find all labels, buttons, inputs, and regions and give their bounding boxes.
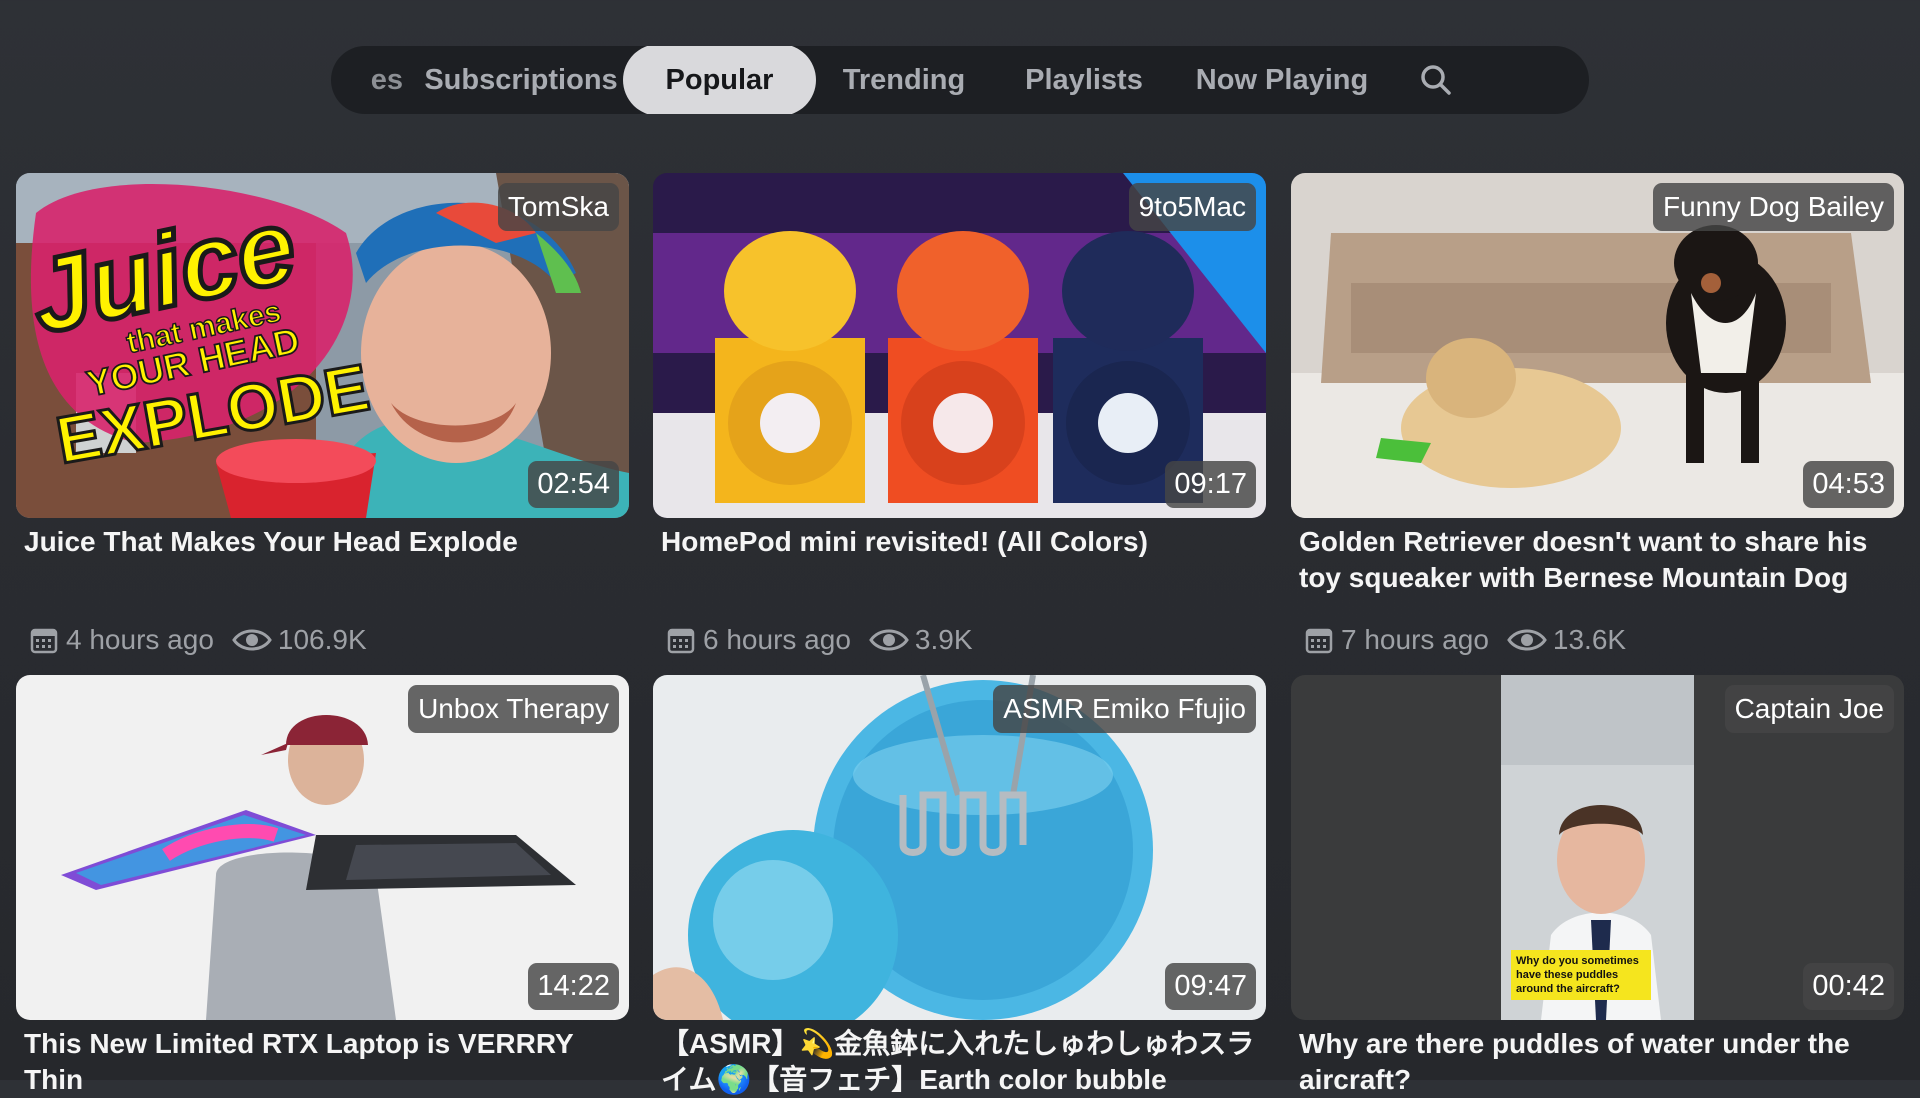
calendar-icon	[30, 628, 58, 654]
tab-playlists[interactable]: Playlists	[990, 46, 1178, 114]
duration-badge: 14:22	[528, 963, 619, 1010]
video-meta: 4 hours ago 106.9K	[28, 624, 367, 656]
channel-badge: TomSka	[497, 183, 619, 231]
thumbnail-caption-line-2: have these puddles	[1516, 969, 1618, 981]
video-card[interactable]: Juice that makes YOUR HEAD EXPLODE TomSk…	[16, 173, 629, 655]
video-title: Juice That Makes Your Head Explode	[24, 526, 518, 557]
tab-popular[interactable]: Popular	[623, 46, 816, 114]
video-thumbnail[interactable]: Juice that makes YOUR HEAD EXPLODE TomSk…	[16, 173, 629, 518]
duration-badge: 09:47	[1165, 963, 1256, 1010]
video-title: Golden Retriever doesn't want to share h…	[1299, 526, 1868, 593]
duration-badge: 09:17	[1165, 461, 1256, 508]
video-card[interactable]: 9to5Mac 09:17 HomePod mini revisited! (A…	[653, 173, 1266, 655]
upload-age: 6 hours ago	[703, 624, 851, 655]
duration-badge: 02:54	[528, 461, 619, 508]
video-card[interactable]: ASMR Emiko Ffujio 09:47 【ASMR】💫金魚鉢に入れたしゅ…	[653, 675, 1266, 1098]
video-thumbnail[interactable]: Why do you sometimes have these puddles …	[1291, 675, 1904, 1020]
video-title: This New Limited RTX Laptop is VERRRY Th…	[24, 1028, 574, 1095]
channel-badge: Captain Joe	[1724, 685, 1894, 733]
video-card[interactable]: Why do you sometimes have these puddles …	[1291, 675, 1904, 1098]
video-title: 【ASMR】💫金魚鉢に入れたしゅわしゅわスライム🌍【音フェチ】Earth col…	[661, 1028, 1255, 1095]
eye-icon	[1507, 629, 1547, 651]
view-count: 106.9K	[277, 624, 367, 655]
search-button[interactable]	[1386, 46, 1486, 114]
video-card[interactable]: Unbox Therapy 14:22 This New Limited RTX…	[16, 675, 629, 1098]
video-thumbnail[interactable]: Unbox Therapy 14:22	[16, 675, 629, 1020]
calendar-icon	[1305, 628, 1333, 654]
view-count: 13.6K	[1552, 624, 1627, 655]
tab-now-playing[interactable]: Now Playing	[1178, 46, 1386, 114]
upload-age: 4 hours ago	[66, 624, 214, 655]
duration-badge: 04:53	[1803, 461, 1894, 508]
tab-subscriptions[interactable]: Subscriptions	[421, 46, 621, 114]
video-card[interactable]: Funny Dog Bailey 04:53 Golden Retriever …	[1291, 173, 1904, 655]
search-icon	[1421, 65, 1451, 95]
thumbnail-caption-line-1: Why do you sometimes	[1516, 955, 1639, 967]
channel-badge: Funny Dog Bailey	[1652, 183, 1894, 231]
tab-trending[interactable]: Trending	[818, 46, 990, 114]
channel-badge: ASMR Emiko Ffujio	[993, 685, 1256, 733]
channel-badge: 9to5Mac	[1128, 183, 1256, 231]
thumbnail-caption-line-3: around the aircraft?	[1516, 983, 1620, 995]
channel-badge: Unbox Therapy	[408, 685, 619, 733]
tab-favorites-partial[interactable]: es	[331, 46, 421, 114]
top-nav-bar: es Subscriptions Popular Trending Playli…	[331, 46, 1589, 114]
video-meta: 6 hours ago 3.9K	[665, 624, 973, 656]
calendar-icon	[667, 628, 695, 654]
video-meta: 7 hours ago 13.6K	[1303, 624, 1626, 656]
video-title: Why are there puddles of water under the…	[1299, 1028, 1850, 1095]
video-thumbnail[interactable]: 9to5Mac 09:17	[653, 173, 1266, 518]
eye-icon	[232, 629, 272, 651]
upload-age: 7 hours ago	[1341, 624, 1489, 655]
duration-badge: 00:42	[1803, 963, 1894, 1010]
video-thumbnail[interactable]: ASMR Emiko Ffujio 09:47	[653, 675, 1266, 1020]
video-thumbnail[interactable]: Funny Dog Bailey 04:53	[1291, 173, 1904, 518]
eye-icon	[869, 629, 909, 651]
video-title: HomePod mini revisited! (All Colors)	[661, 526, 1148, 557]
view-count: 3.9K	[914, 624, 973, 655]
